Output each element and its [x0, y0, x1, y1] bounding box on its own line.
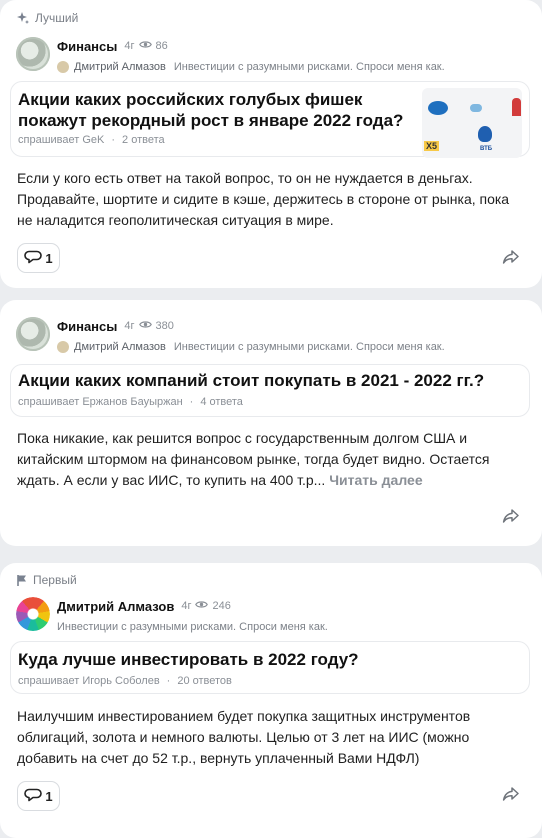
best-badge: Лучший	[16, 11, 78, 25]
view-count: 86	[155, 40, 168, 52]
comment-count: 1	[45, 250, 53, 266]
author-description: Инвестиции с разумными рисками. Спроси м…	[57, 621, 328, 633]
answer-card: Первый Дмитрий Алмазов 4г 246 Инвестиции…	[0, 563, 542, 838]
avatar	[57, 341, 69, 353]
vtb-logo: ВТБ	[480, 146, 493, 152]
question-asker[interactable]: спрашивает GeK	[18, 134, 104, 146]
question-thumbnail: X5 ВТБ	[422, 88, 522, 158]
author-block[interactable]: Дмитрий Алмазов 4г 246 Инвестиции с разу…	[16, 597, 328, 636]
answer-count[interactable]: 2 ответа	[122, 134, 165, 146]
post-age: 4г	[124, 40, 135, 52]
read-more-link[interactable]: Читать далее	[329, 472, 422, 488]
answer-text[interactable]: Наилучшим инвестированием будет покупка …	[17, 706, 527, 769]
author-block[interactable]: Финансы 4г 86 Дмитрий Алмазов Инвестиции…	[16, 37, 445, 76]
author-name[interactable]: Дмитрий Алмазов	[57, 599, 174, 614]
eye-icon	[138, 40, 152, 52]
view-count: 380	[155, 320, 174, 332]
comment-icon	[24, 249, 43, 268]
question-title[interactable]: Акции каких компаний стоит покупать в 20…	[18, 370, 518, 391]
avatar[interactable]	[16, 317, 50, 351]
share-button[interactable]	[500, 785, 522, 807]
x5-logo: X5	[424, 141, 440, 151]
view-count: 246	[212, 600, 231, 612]
post-age: 4г	[124, 320, 135, 332]
question-block[interactable]: Куда лучше инвестировать в 2022 году? сп…	[10, 641, 530, 694]
expert-name[interactable]: Дмитрий Алмазов	[74, 61, 166, 73]
expert-description: Инвестиции с разумными рисками. Спроси м…	[173, 341, 445, 353]
eye-icon	[138, 320, 152, 332]
share-button[interactable]	[500, 248, 522, 270]
question-block[interactable]: Акции каких компаний стоит покупать в 20…	[10, 364, 530, 417]
author-name[interactable]: Финансы	[57, 39, 117, 54]
question-asker[interactable]: спрашивает Игорь Соболев	[18, 675, 160, 687]
first-badge: Первый	[16, 573, 77, 587]
avatar[interactable]	[16, 37, 50, 71]
share-icon	[502, 249, 520, 270]
question-title[interactable]: Акции каких российских голубых фишек пок…	[18, 89, 418, 131]
question-asker[interactable]: спрашивает Ержанов Бауыржан	[18, 396, 183, 408]
flag-icon	[16, 574, 28, 587]
answer-card: Финансы 4г 380 Дмитрий Алмазов Инвестици…	[0, 300, 542, 546]
author-block[interactable]: Финансы 4г 380 Дмитрий Алмазов Инвестици…	[16, 317, 445, 356]
answer-card: Лучший Финансы 4г 86 Дмитрий Алмазов Инв…	[0, 0, 542, 288]
answer-count[interactable]: 20 ответов	[177, 675, 232, 687]
comments-button[interactable]: 1	[17, 243, 60, 273]
question-title[interactable]: Куда лучше инвестировать в 2022 году?	[18, 649, 518, 670]
share-icon	[502, 508, 520, 529]
answer-text[interactable]: Пока никакие, как решится вопрос с госуд…	[17, 428, 527, 491]
expert-name[interactable]: Дмитрий Алмазов	[74, 341, 166, 353]
answer-count[interactable]: 4 ответа	[200, 396, 243, 408]
avatar	[57, 61, 69, 73]
share-button[interactable]	[500, 507, 522, 529]
avatar[interactable]	[16, 597, 50, 631]
share-icon	[502, 786, 520, 807]
comments-button[interactable]: 1	[17, 781, 60, 811]
badge-label: Первый	[33, 573, 77, 587]
comment-icon	[24, 787, 43, 806]
author-name[interactable]: Финансы	[57, 319, 117, 334]
badge-label: Лучший	[35, 11, 79, 25]
expert-description: Инвестиции с разумными рисками. Спроси м…	[173, 61, 445, 73]
comment-count: 1	[45, 788, 53, 804]
post-age: 4г	[181, 600, 192, 612]
answer-text[interactable]: Если у кого есть ответ на такой вопрос, …	[17, 168, 527, 231]
question-block[interactable]: Акции каких российских голубых фишек пок…	[10, 81, 530, 158]
eye-icon	[195, 600, 209, 612]
sparkle-icon	[16, 11, 30, 25]
